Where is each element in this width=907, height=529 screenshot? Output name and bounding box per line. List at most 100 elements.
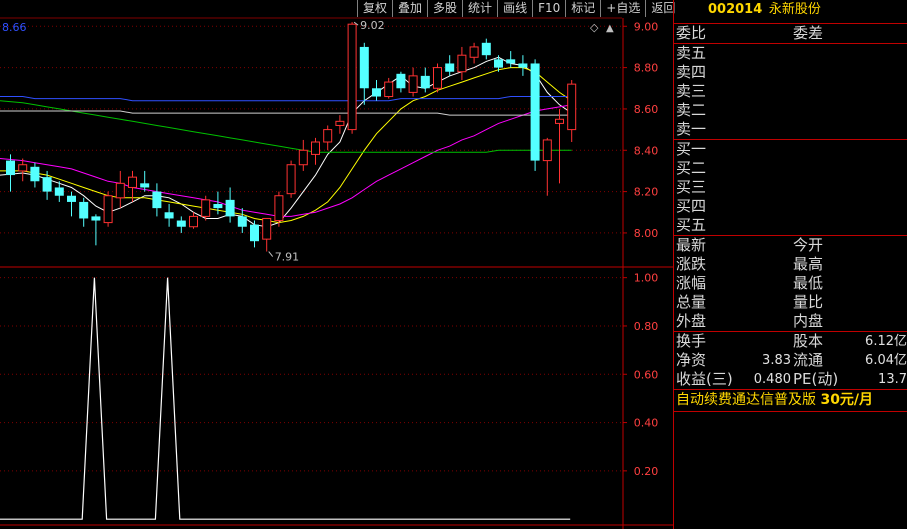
candle-body <box>152 191 162 209</box>
buy-level-label: 买四 <box>676 197 707 215</box>
candle-body <box>494 59 503 68</box>
candle-body <box>506 59 516 64</box>
candle <box>433 63 442 93</box>
buy-levels: 买一 买二 买三 买四 买五 <box>674 140 907 236</box>
sell-level-4: 卖四 <box>674 63 907 82</box>
quote-label: 量比 <box>793 293 824 311</box>
y-tick-label: 0.80 <box>634 320 659 333</box>
candle-body <box>433 67 442 89</box>
candle-body <box>372 88 381 97</box>
stock-code: 002014 <box>708 2 763 17</box>
eps-label: 收益(三) <box>676 370 733 388</box>
diamond-icon[interactable]: ◇ <box>590 21 599 34</box>
ad-price: 30元/月 <box>820 392 874 408</box>
indicator-series <box>0 277 571 520</box>
candle-body <box>164 212 174 219</box>
net-assets-value: 3.83 <box>762 353 791 368</box>
candle-body <box>42 177 52 192</box>
candle-body <box>335 120 345 126</box>
candle <box>164 204 174 227</box>
candle-body <box>420 75 430 89</box>
price-axis: 9.00 8.80 8.60 8.40 8.20 8.00 1.00 0.80 0.60 0.40… <box>623 20 658 478</box>
candle <box>103 191 113 227</box>
candle-body <box>347 23 357 131</box>
candle <box>567 80 577 142</box>
candle <box>298 139 308 171</box>
pe-label: PE(动) <box>793 370 839 388</box>
y-tick-label: 9.00 <box>634 20 659 33</box>
candle-body <box>176 220 186 227</box>
quote-label: 最新 <box>676 236 707 254</box>
candle <box>262 217 272 252</box>
share-capital-value: 6.12亿 <box>865 334 907 349</box>
float-shares-value: 6.04亿 <box>865 353 907 368</box>
quote-label: 外盘 <box>676 312 707 330</box>
ad-banner[interactable]: 自动续费通达信普及版 30元/月 <box>674 390 907 412</box>
scroll-up-icon[interactable]: ▲ <box>606 23 614 34</box>
fundamentals-row: 净资 3.83 流通 6.04亿 <box>674 351 907 370</box>
candle <box>323 125 333 151</box>
y-tick-label: 8.00 <box>634 227 659 240</box>
candle <box>384 77 394 99</box>
candle-body <box>237 216 247 227</box>
buy-level-3: 买三 <box>674 178 907 197</box>
candle <box>359 42 369 105</box>
candle <box>201 195 211 221</box>
net-assets-label: 净资 <box>676 351 707 369</box>
candle-body <box>530 63 540 161</box>
candle <box>115 170 125 209</box>
candle <box>42 170 52 200</box>
candle-body <box>567 83 577 131</box>
kline-chart-area[interactable]: 9.02 7.91 9.00 8.80 8.60 8.40 8.20 8.00 1.00 0.8… <box>0 0 673 529</box>
sell-level-5: 卖五 <box>674 44 907 63</box>
candle-body <box>18 164 28 172</box>
buy-level-5: 买五 <box>674 216 907 235</box>
candle <box>555 108 564 184</box>
quote-label: 总量 <box>676 293 707 311</box>
order-ratio-section: 委比 委差 <box>674 24 907 44</box>
quote-row: 涨跌 最高 <box>674 255 907 274</box>
y-tick-label: 8.40 <box>634 144 659 157</box>
buy-level-label: 买二 <box>676 159 707 177</box>
ma10-line <box>0 67 572 224</box>
quote-label: 涨跌 <box>676 255 707 273</box>
candle-body <box>457 54 467 73</box>
candle <box>506 51 516 68</box>
candle-body <box>54 187 64 196</box>
candle <box>286 160 296 198</box>
sell-level-2: 卖二 <box>674 101 907 120</box>
candle-body <box>274 195 284 222</box>
ma20-line <box>0 104 572 217</box>
candle-body <box>103 195 113 224</box>
candle-body <box>359 46 369 89</box>
y-tick-label: 8.20 <box>634 186 659 199</box>
candle-body <box>189 215 198 228</box>
fundamentals-row: 换手 股本 6.12亿 <box>674 332 907 351</box>
candle-body <box>262 217 272 240</box>
candle-body <box>140 183 150 188</box>
quote-row: 涨幅 最低 <box>674 274 907 293</box>
candle-body <box>250 224 259 242</box>
candle <box>189 212 198 229</box>
candle <box>335 115 345 134</box>
candle <box>30 162 40 188</box>
candle <box>274 191 284 227</box>
sell-levels: 卖五 卖四 卖三 卖二 卖一 <box>674 44 907 140</box>
candle <box>79 197 89 227</box>
fundamentals: 换手 股本 6.12亿 净资 3.83 流通 6.04亿 收益(三) 0.480… <box>674 332 907 390</box>
order-ratio-row: 委比 委差 <box>674 24 907 43</box>
candle-body <box>286 164 296 195</box>
buy-level-label: 买一 <box>676 140 707 158</box>
price-readout: 8.66 <box>2 21 27 34</box>
y-tick-label: 0.20 <box>634 465 659 478</box>
candle-body <box>213 204 223 209</box>
quote-panel: 002014 永新股份 委比 委差 卖五 卖四 卖三 卖二 卖一 买一 买二 买… <box>673 0 907 529</box>
low-annotation: 7.91 <box>275 251 300 264</box>
candle-body <box>128 176 137 188</box>
candle-body <box>298 149 308 166</box>
candle <box>311 137 320 165</box>
quote-summary: 最新 今开 涨跌 最高 涨幅 最低 总量 量比 外盘 内盘 <box>674 236 907 332</box>
quote-label: 内盘 <box>793 312 824 330</box>
sell-level-label: 卖五 <box>676 44 707 62</box>
candle <box>445 55 455 76</box>
